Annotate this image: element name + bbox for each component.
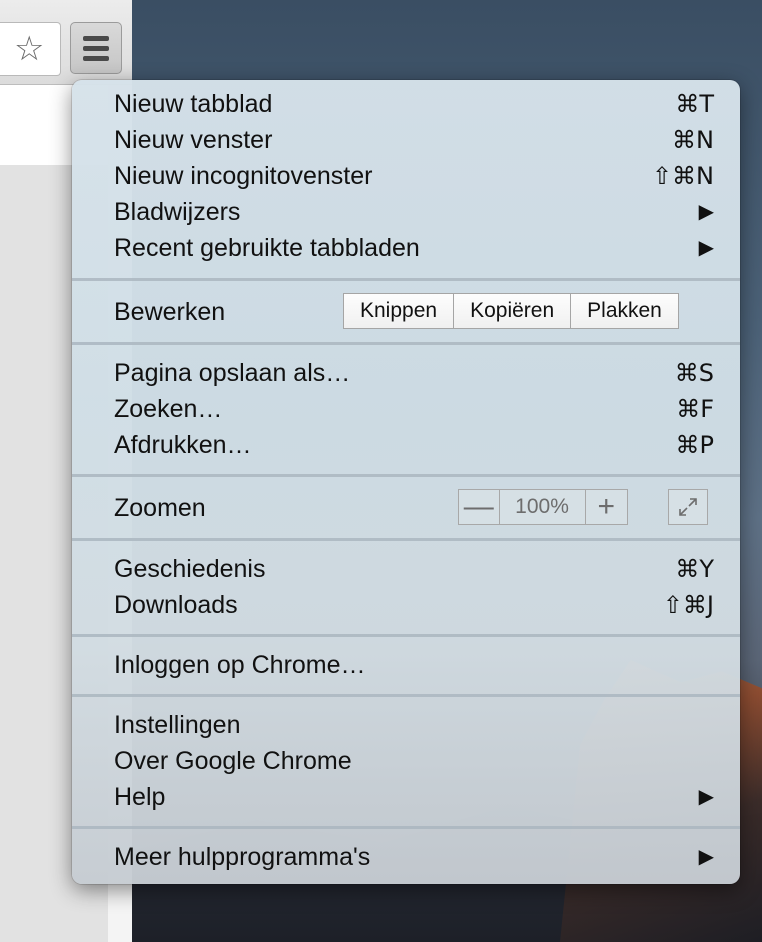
zoom-in-button[interactable]: +	[586, 490, 628, 524]
menu-item-new-tab[interactable]: Nieuw tabblad ⌘T	[72, 86, 740, 122]
shortcut-label: ⌘P	[675, 431, 714, 459]
menu-item-sign-in[interactable]: Inloggen op Chrome…	[72, 647, 740, 683]
menu-separator	[72, 342, 740, 345]
submenu-arrow-icon: ▶	[698, 237, 714, 259]
menu-item-new-window[interactable]: Nieuw venster ⌘N	[72, 122, 740, 158]
menu-item-zoom: Zoomen	[114, 494, 206, 522]
shortcut-label: ⌘T	[675, 90, 714, 118]
shortcut-label: ⌘N	[672, 126, 714, 154]
submenu-arrow-icon: ▶	[698, 786, 714, 808]
menu-separator	[72, 826, 740, 829]
shortcut-label: ⌘S	[674, 359, 714, 387]
menu-item-settings[interactable]: Instellingen	[72, 707, 740, 743]
menu-separator	[72, 538, 740, 541]
shortcut-label: ⌘F	[676, 395, 714, 423]
zoom-level: 100%	[500, 490, 586, 524]
submenu-arrow-icon: ▶	[698, 846, 714, 868]
chrome-menu: Nieuw tabblad ⌘T Nieuw venster ⌘N Nieuw …	[72, 80, 740, 884]
omnibox[interactable]: ☆	[0, 22, 61, 76]
menu-item-downloads[interactable]: Downloads ⇧⌘J	[72, 587, 740, 623]
chrome-menu-button[interactable]	[70, 22, 122, 74]
shortcut-label: ⌘Y	[675, 555, 714, 583]
menu-item-find[interactable]: Zoeken… ⌘F	[72, 391, 740, 427]
menu-item-help[interactable]: Help ▶	[72, 779, 740, 815]
shortcut-label: ⇧⌘N	[651, 162, 714, 190]
fullscreen-icon	[679, 498, 697, 516]
browser-toolbar: ☆	[0, 0, 132, 85]
menu-item-more-tools[interactable]: Meer hulpprogramma's ▶	[72, 839, 740, 875]
star-icon[interactable]: ☆	[14, 29, 44, 69]
menu-item-new-incognito-window[interactable]: Nieuw incognitovenster ⇧⌘N	[72, 158, 740, 194]
fullscreen-button[interactable]	[668, 489, 708, 525]
cut-button[interactable]: Knippen	[344, 294, 455, 328]
menu-item-recent-tabs[interactable]: Recent gebruikte tabbladen ▶	[72, 230, 740, 266]
edit-button-group: Knippen Kopiëren Plakken	[343, 293, 679, 329]
menu-item-about-chrome[interactable]: Over Google Chrome	[72, 743, 740, 779]
zoom-controls: — 100% +	[458, 489, 628, 525]
shortcut-label: ⇧⌘J	[662, 591, 714, 619]
menu-item-history[interactable]: Geschiedenis ⌘Y	[72, 551, 740, 587]
menu-separator	[72, 474, 740, 477]
menu-separator	[72, 694, 740, 697]
paste-button[interactable]: Plakken	[571, 294, 678, 328]
menu-separator	[72, 278, 740, 281]
menu-item-bookmarks[interactable]: Bladwijzers ▶	[72, 194, 740, 230]
menu-item-print[interactable]: Afdrukken… ⌘P	[72, 427, 740, 463]
menu-item-save-page-as[interactable]: Pagina opslaan als… ⌘S	[72, 355, 740, 391]
copy-button[interactable]: Kopiëren	[454, 294, 572, 328]
menu-separator	[72, 634, 740, 637]
submenu-arrow-icon: ▶	[698, 201, 714, 223]
zoom-out-button[interactable]: —	[459, 490, 500, 524]
